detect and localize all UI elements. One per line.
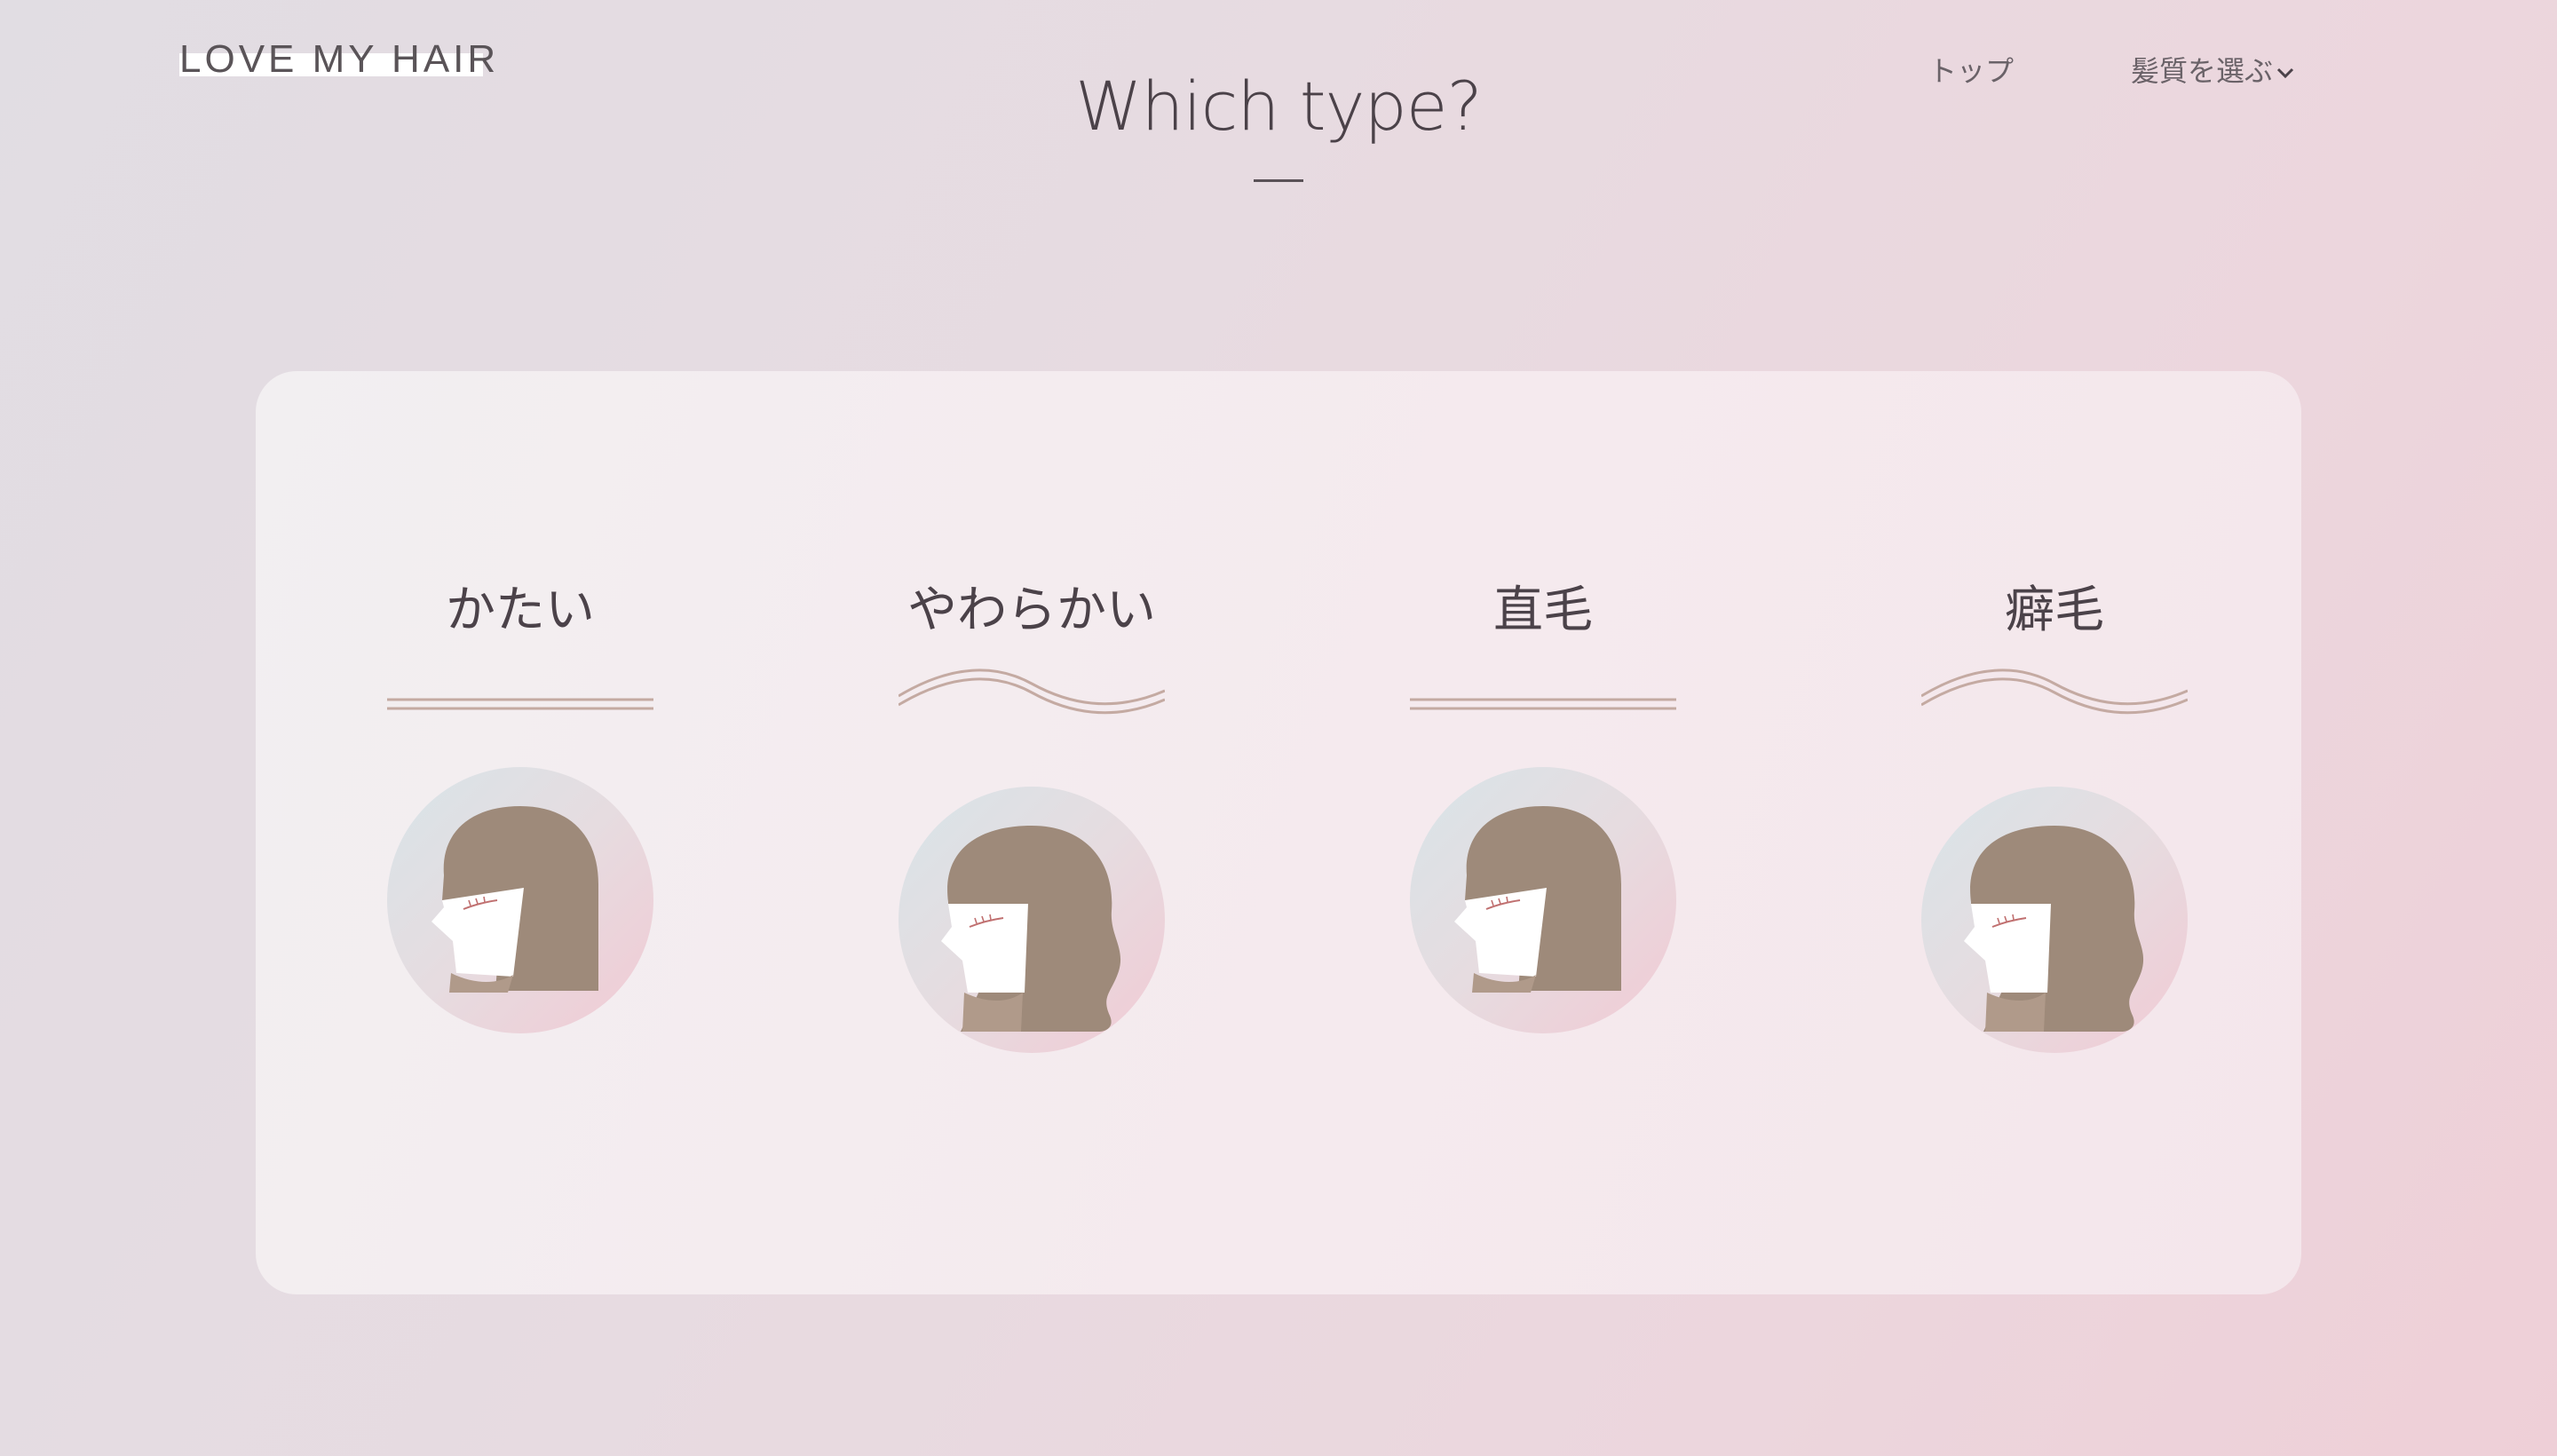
- hair-type-label: やわらかい: [907, 582, 1156, 639]
- straight-hair-portrait-icon: [387, 767, 653, 1033]
- wavy-hair-portrait-icon: [1921, 787, 2188, 1053]
- chevron-down-icon: [2276, 67, 2294, 79]
- nav-top-link[interactable]: トップ: [1928, 51, 2014, 91]
- straight-line-icon: [1410, 698, 1676, 710]
- hair-type-label: 直毛: [1493, 582, 1593, 639]
- nav-hair-select-dropdown[interactable]: 髪質を選ぶ: [2131, 51, 2296, 91]
- hair-type-card-straight[interactable]: 直毛: [1401, 371, 1685, 1294]
- wavy-hair-portrait-icon: [899, 787, 1165, 1053]
- logo-text: LOVE MY HAIR: [179, 37, 500, 81]
- hair-type-panel: かたい やわらかい 直毛 癖毛: [256, 371, 2301, 1294]
- nav-hair-select-label: 髪質を選ぶ: [2131, 54, 2274, 88]
- straight-hair-portrait-icon: [1410, 767, 1676, 1033]
- hair-type-card-soft[interactable]: やわらかい: [890, 371, 1174, 1294]
- hair-type-card-curly[interactable]: 癖毛: [1912, 371, 2197, 1294]
- straight-line-icon: [387, 698, 653, 710]
- wavy-line-icon: [899, 669, 1165, 715]
- hair-type-label: 癖毛: [2005, 582, 2104, 639]
- title-divider: [1254, 179, 1303, 182]
- page-title: Which type?: [1075, 67, 1483, 146]
- hair-type-label: かたい: [446, 582, 595, 639]
- site-logo[interactable]: LOVE MY HAIR: [179, 39, 499, 80]
- hair-type-card-hard[interactable]: かたい: [378, 371, 662, 1294]
- wavy-line-icon: [1921, 669, 2188, 715]
